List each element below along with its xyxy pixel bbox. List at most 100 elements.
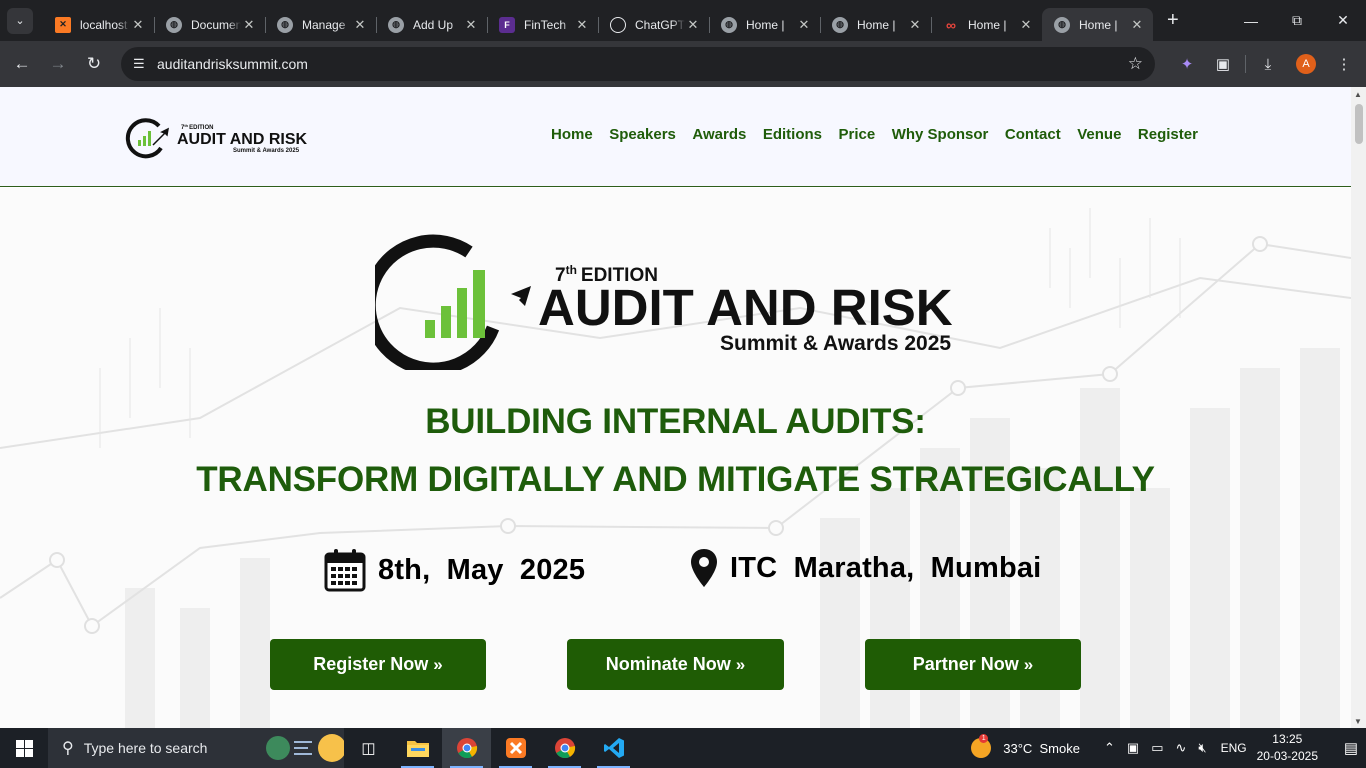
tab-title: Add Up bbox=[413, 17, 454, 32]
close-tab-icon[interactable]: ✕ bbox=[574, 17, 590, 33]
nav-link-speakers[interactable]: Speakers bbox=[609, 126, 676, 143]
address-bar[interactable]: ☰ auditandrisksummit.com ☆ bbox=[121, 47, 1155, 81]
nav-link-awards[interactable]: Awards bbox=[692, 126, 746, 143]
clock-date: 20-03-2025 bbox=[1256, 749, 1318, 763]
tab-title: Home | bbox=[746, 17, 785, 32]
weather-widget[interactable]: 1 33°C Smoke bbox=[971, 734, 1080, 758]
close-window-button[interactable]: ✕ bbox=[1320, 0, 1366, 41]
hero-logo-name: AUDIT AND RISK bbox=[538, 279, 953, 336]
reload-button[interactable]: ↻ bbox=[76, 54, 112, 74]
close-tab-icon[interactable]: ✕ bbox=[1018, 17, 1034, 33]
speaker-muted-icon[interactable]: 🔇︎ bbox=[1198, 740, 1206, 756]
partner-now-button[interactable]: Partner Now» bbox=[865, 639, 1081, 690]
chrome-icon bbox=[456, 738, 477, 759]
nominate-now-button[interactable]: Nominate Now» bbox=[567, 639, 784, 690]
back-button[interactable]: ← bbox=[4, 54, 40, 74]
nav-link-venue[interactable]: Venue bbox=[1077, 126, 1121, 143]
scroll-down-arrow-icon[interactable]: ▼ bbox=[1354, 717, 1362, 726]
browser-tab[interactable]: ◍ Add Up ✕ bbox=[376, 8, 487, 41]
close-tab-icon[interactable]: ✕ bbox=[907, 17, 923, 33]
minimize-button[interactable]: — bbox=[1228, 0, 1274, 41]
browser-tab[interactable]: ✕ localhost ✕ bbox=[43, 8, 154, 41]
nav-link-price[interactable]: Price bbox=[839, 126, 876, 143]
calendar-icon bbox=[324, 549, 366, 592]
close-tab-icon[interactable]: ✕ bbox=[1129, 17, 1145, 33]
extension-feather-icon[interactable]: ✦ bbox=[1169, 55, 1205, 73]
menu-kebab-icon[interactable]: ⋮ bbox=[1326, 55, 1362, 73]
forward-button[interactable]: → bbox=[40, 54, 76, 74]
file-explorer-button[interactable] bbox=[393, 728, 442, 768]
chrome-taskbar-button[interactable] bbox=[442, 728, 491, 768]
close-tab-icon[interactable]: ✕ bbox=[352, 17, 368, 33]
weather-desc: Smoke bbox=[1039, 740, 1080, 756]
meet-now-icon[interactable]: ▣ bbox=[1127, 740, 1139, 756]
start-button[interactable] bbox=[0, 728, 48, 768]
bookmark-star-icon[interactable]: ☆ bbox=[1128, 54, 1143, 74]
nav-link-editions[interactable]: Editions bbox=[763, 126, 822, 143]
wifi-icon[interactable]: ∿ bbox=[1175, 740, 1186, 756]
clock-time: 13:25 bbox=[1272, 732, 1303, 746]
taskbar-search[interactable]: ⚲ Type here to search bbox=[48, 728, 344, 768]
event-venue: ITC Maratha, Mumbai bbox=[690, 548, 1041, 588]
browser-tab[interactable]: ◍ Home | ✕ bbox=[1042, 8, 1153, 41]
close-tab-icon[interactable]: ✕ bbox=[796, 17, 812, 33]
browser-toolbar: ← → ↻ ☰ auditandrisksummit.com ☆ ✦ ▣ ⤓ A… bbox=[0, 41, 1366, 87]
browser-tab[interactable]: ◍ Manage ✕ bbox=[265, 8, 376, 41]
double-chevron-right-icon: » bbox=[433, 654, 443, 674]
new-tab-button[interactable]: + bbox=[1167, 9, 1179, 32]
browser-tab[interactable]: ◍ Documents✕ bbox=[154, 8, 265, 41]
globe-icon: ◍ bbox=[832, 16, 848, 33]
scroll-thumb[interactable] bbox=[1355, 104, 1363, 144]
browser-tab[interactable]: F FinTech ✕ bbox=[487, 8, 598, 41]
restore-button[interactable]: ⧉ bbox=[1274, 0, 1320, 41]
nav-link-register[interactable]: Register bbox=[1138, 126, 1198, 143]
task-view-icon: ◫ bbox=[361, 740, 376, 757]
profile-avatar[interactable]: A bbox=[1296, 54, 1316, 74]
close-tab-icon[interactable]: ✕ bbox=[241, 17, 257, 33]
chevron-up-icon[interactable]: ⌃ bbox=[1104, 740, 1115, 756]
xampp-taskbar-button[interactable] bbox=[491, 728, 540, 768]
url-text[interactable]: auditandrisksummit.com bbox=[157, 56, 308, 72]
tab-title: Manage bbox=[302, 17, 346, 32]
scroll-up-arrow-icon[interactable]: ▲ bbox=[1354, 90, 1362, 99]
battery-icon[interactable]: ▭ bbox=[1151, 740, 1163, 756]
browser-tab[interactable]: ChatGPT ✕ bbox=[598, 8, 709, 41]
language-indicator[interactable]: ENG bbox=[1221, 741, 1247, 755]
close-tab-icon[interactable]: ✕ bbox=[685, 17, 701, 33]
site-info-icon[interactable]: ☰ bbox=[133, 56, 151, 72]
tab-title: Home | bbox=[968, 17, 1007, 32]
page-scrollbar[interactable]: ▲ ▼ bbox=[1351, 87, 1366, 728]
task-view-button[interactable]: ◫ bbox=[344, 728, 393, 768]
logo-edition-sup: th bbox=[184, 123, 188, 128]
browser-tab-strip: ⌄ ✕localhost✕◍Documents✕◍Manage✕◍Add Up✕… bbox=[0, 0, 1366, 41]
browser-tab[interactable]: ∞ Home | ✕ bbox=[931, 8, 1042, 41]
search-icon: ⚲ bbox=[62, 740, 74, 757]
close-tab-icon[interactable]: ✕ bbox=[130, 17, 146, 33]
nav-link-contact[interactable]: Contact bbox=[1005, 126, 1061, 143]
toolbar-divider bbox=[1245, 55, 1246, 73]
hero-logo: 7th EDITION AUDIT AND RISK Summit & Award… bbox=[375, 234, 953, 370]
register-now-button[interactable]: Register Now» bbox=[270, 639, 486, 690]
extensions-icon[interactable]: ▣ bbox=[1205, 55, 1241, 73]
taskbar-search-placeholder: Type here to search bbox=[83, 740, 208, 756]
site-logo[interactable]: 7thEDITION AUDIT AND RISK Summit & Award… bbox=[125, 115, 315, 159]
event-date-text: 8th, May 2025 bbox=[378, 553, 586, 586]
browser-tab[interactable]: ◍ Home | ✕ bbox=[709, 8, 820, 41]
chevron-down-icon: ⌄ bbox=[15, 15, 25, 27]
downloads-icon[interactable]: ⤓ bbox=[1250, 56, 1286, 73]
vscode-taskbar-button[interactable] bbox=[589, 728, 638, 768]
notification-center-icon[interactable]: ▤ bbox=[1336, 739, 1366, 757]
event-date: 8th, May 2025 bbox=[324, 548, 585, 592]
chrome-taskbar-button-2[interactable] bbox=[540, 728, 589, 768]
hero-headline-1: BUILDING INTERNAL AUDITS: bbox=[425, 402, 926, 441]
tab-search-button[interactable]: ⌄ bbox=[7, 7, 33, 34]
taskbar-clock[interactable]: 13:25 20-03-2025 bbox=[1257, 731, 1318, 765]
browser-tab[interactable]: ◍ Home | ✕ bbox=[820, 8, 931, 41]
globe-icon: ◍ bbox=[277, 16, 293, 33]
globe-icon: ◍ bbox=[166, 16, 182, 33]
event-venue-text: ITC Maratha, Mumbai bbox=[730, 551, 1042, 584]
double-chevron-right-icon: » bbox=[735, 654, 746, 674]
nav-link-why-sponsor[interactable]: Why Sponsor bbox=[892, 126, 989, 143]
nav-link-home[interactable]: Home bbox=[551, 126, 593, 143]
close-tab-icon[interactable]: ✕ bbox=[463, 17, 479, 33]
